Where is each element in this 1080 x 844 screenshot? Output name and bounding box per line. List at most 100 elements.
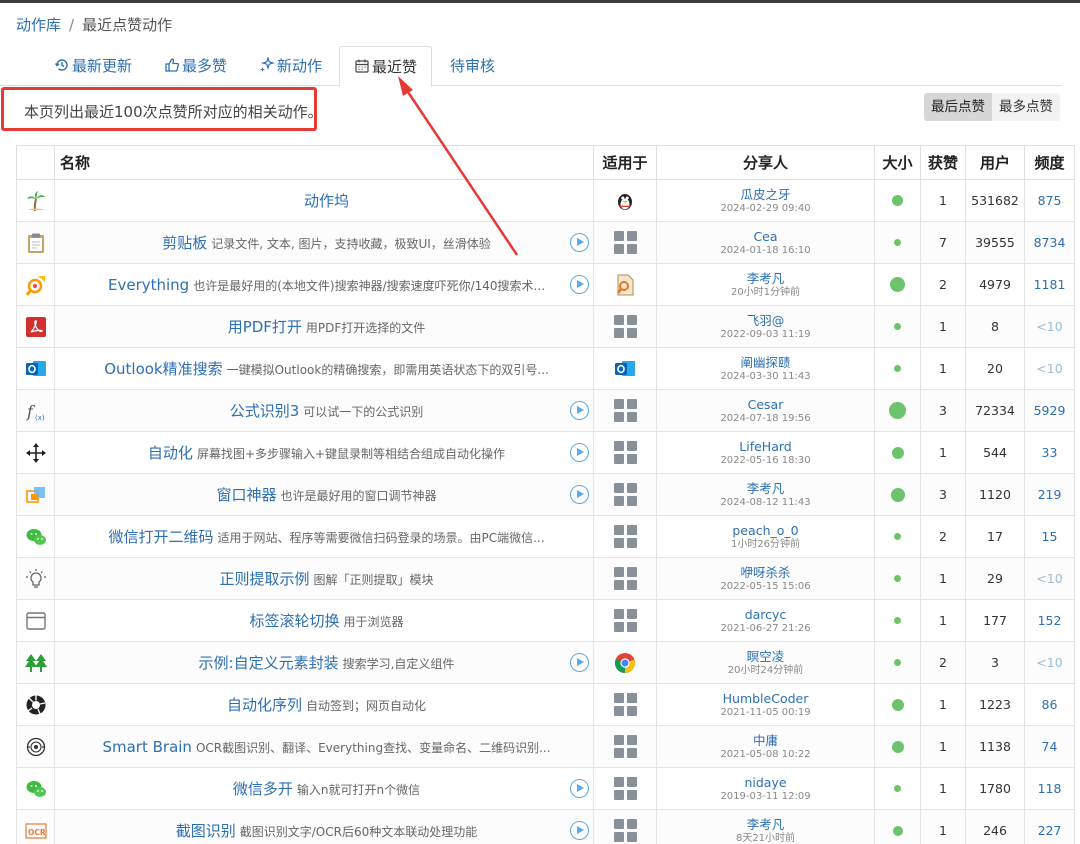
- action-name-link[interactable]: 正则提取示例: [219, 570, 309, 588]
- frequency-link[interactable]: 8734: [1034, 235, 1066, 250]
- sharer-link[interactable]: Cea: [657, 229, 874, 244]
- play-demo-icon[interactable]: [570, 653, 589, 672]
- action-name-link[interactable]: 微信多开: [233, 780, 293, 798]
- frequency-link[interactable]: 1181: [1034, 277, 1066, 292]
- table-row[interactable]: 窗口神器 也许是最好用的窗口调节神器 李考凡 2024-08-12 11:43 3 112…: [16, 473, 1075, 516]
- sharer-link[interactable]: HumbleCoder: [657, 691, 874, 706]
- breadcrumb-home-link[interactable]: 动作库: [16, 16, 61, 34]
- sharer-link[interactable]: 咿呀杀杀: [657, 565, 874, 580]
- frequency-link[interactable]: 86: [1042, 697, 1058, 712]
- frequency-cell: 15: [1024, 515, 1075, 558]
- sharer-link[interactable]: 中庸: [657, 733, 874, 748]
- sharer-link[interactable]: 瓜皮之牙: [657, 187, 874, 202]
- sort-most-like-button[interactable]: 最多点赞: [992, 93, 1060, 121]
- frequency-link[interactable]: <10: [1036, 319, 1062, 334]
- header-applies-to[interactable]: 适用于: [593, 145, 657, 180]
- table-row[interactable]: 标签滚轮切换 用于浏览器 darcyc 2021-06-27 21:26 1 177 152: [16, 599, 1075, 642]
- tab-pending-review[interactable]: 待审核: [450, 46, 495, 86]
- tab-recent-likes[interactable]: 最近赞: [339, 46, 433, 87]
- table-row[interactable]: 微信多开 输入n就可打开n个微信 nidaye 2019-03-11 12:09 1 17…: [16, 767, 1075, 810]
- table-row[interactable]: 用PDF打开 用PDF打开选择的文件 飞羽@ 2022-09-03 11:19 1 8 <1…: [16, 305, 1075, 348]
- action-name-link[interactable]: 用PDF打开: [228, 318, 302, 336]
- header-name[interactable]: 名称: [54, 145, 594, 180]
- action-name-link[interactable]: 动作坞: [304, 192, 349, 210]
- frequency-link[interactable]: 74: [1042, 739, 1058, 754]
- header-sharer[interactable]: 分享人: [656, 145, 875, 180]
- play-demo-icon[interactable]: [570, 401, 589, 420]
- action-description: 自动签到；网页自动化: [306, 699, 427, 713]
- table-row[interactable]: Everything 也许是最好用的(本地文件)搜索神器/搜索速度吓死你/140搜…: [16, 263, 1075, 306]
- frequency-link[interactable]: 219: [1038, 487, 1062, 502]
- action-name-link[interactable]: 标签滚轮切换: [249, 612, 339, 630]
- action-name-link[interactable]: 微信打开二维码: [108, 528, 213, 546]
- penguin-icon: [614, 190, 636, 212]
- sharer-link[interactable]: 瞑空凌: [657, 649, 874, 664]
- action-name-link[interactable]: Outlook精准搜索: [104, 360, 222, 378]
- action-name-cell: 自动化 屏幕找图+多步骤输入+键鼠录制等相结合组成自动化操作: [54, 431, 594, 474]
- table-row[interactable]: 动作坞 瓜皮之牙 2024-02-29 09:40 1 531682 875: [16, 179, 1075, 222]
- thumbs-up-icon: [165, 58, 179, 72]
- play-demo-icon[interactable]: [570, 275, 589, 294]
- applies-to-cell: [593, 179, 657, 222]
- table-row[interactable]: Smart Brain OCR截图识别、翻译、Everything查找、变量命名、…: [16, 725, 1075, 768]
- sharer-link[interactable]: 李考凡: [657, 817, 874, 832]
- play-demo-icon[interactable]: [570, 233, 589, 252]
- likes-count: 1: [939, 612, 947, 628]
- sharer-link[interactable]: 李考凡: [657, 271, 874, 286]
- action-name-link[interactable]: Smart Brain: [102, 738, 191, 756]
- applies-to-cell: [593, 515, 657, 558]
- table-row[interactable]: Outlook精准搜索 一键模拟Outlook的精确搜索，即需用英语状态下的双引号…: [16, 347, 1075, 390]
- tab-latest-update[interactable]: 最新更新: [54, 46, 132, 86]
- table-row[interactable]: 示例:自定义元素封装 搜索学习,自定义组件 瞑空凌 20小时24分钟前 2 3 <10: [16, 641, 1075, 684]
- sharer-link[interactable]: peach_o_0: [657, 523, 874, 538]
- action-name-cell: 动作坞: [54, 179, 594, 222]
- frequency-cell: 118: [1024, 767, 1075, 810]
- frequency-link[interactable]: <10: [1036, 655, 1062, 670]
- frequency-link[interactable]: 152: [1038, 613, 1062, 628]
- action-name-link[interactable]: 剪贴板: [162, 234, 207, 252]
- sharer-link[interactable]: darcyc: [657, 607, 874, 622]
- frequency-link[interactable]: <10: [1036, 361, 1062, 376]
- frequency-link[interactable]: 15: [1042, 529, 1058, 544]
- sharer-link[interactable]: nidaye: [657, 775, 874, 790]
- frequency-link[interactable]: <10: [1036, 571, 1062, 586]
- header-users[interactable]: 用户: [965, 145, 1025, 180]
- frequency-link[interactable]: 118: [1038, 781, 1062, 796]
- sort-last-like-button[interactable]: 最后点赞: [924, 93, 992, 121]
- table-row[interactable]: 剪贴板 记录文件, 文本, 图片，支持收藏，极致UI，丝滑体验 Cea 2024-01…: [16, 221, 1075, 264]
- sharer-link[interactable]: Cesar: [657, 397, 874, 412]
- tab-most-liked[interactable]: 最多赞: [164, 46, 227, 86]
- likes-count: 7: [939, 234, 947, 250]
- table-row[interactable]: f (x) 公式识别3 可以试一下的公式识别 Cesar 2024-07-18 19:56…: [16, 389, 1075, 432]
- table-row[interactable]: 正则提取示例 图解「正则提取」模块 咿呀杀杀 2022-05-15 15:06 1 29 <…: [16, 557, 1075, 600]
- table-row[interactable]: 自动化 屏幕找图+多步骤输入+键鼠录制等相结合组成自动化操作 LifeHard 202…: [16, 431, 1075, 474]
- action-name-link[interactable]: 自动化: [148, 444, 193, 462]
- sharer-link[interactable]: 李考凡: [657, 481, 874, 496]
- tab-new-actions[interactable]: 新动作: [259, 46, 322, 86]
- frequency-link[interactable]: 33: [1042, 445, 1058, 460]
- sharer-link[interactable]: 飞羽@: [657, 313, 874, 328]
- header-size[interactable]: 大小: [874, 145, 921, 180]
- play-demo-icon[interactable]: [570, 443, 589, 462]
- calendar-icon: [355, 59, 369, 73]
- sharer-link[interactable]: LifeHard: [657, 439, 874, 454]
- table-row[interactable]: 自动化序列 自动签到；网页自动化 HumbleCoder 2021-11-05 00:…: [16, 683, 1075, 726]
- action-name-link[interactable]: 自动化序列: [227, 696, 302, 714]
- action-name-link[interactable]: 窗口神器: [216, 486, 276, 504]
- action-name-link[interactable]: 截图识别: [176, 822, 236, 840]
- sharer-link[interactable]: 阐幽探赜: [657, 355, 874, 370]
- table-row[interactable]: OCR 截图识别 截图识别文字/OCR后60种文本联动处理功能 李考凡 8天21小时前 1…: [16, 809, 1075, 844]
- table-row[interactable]: 微信打开二维码 适用于网站、程序等需要微信扫码登录的场景。由PC端微信... pea…: [16, 515, 1075, 558]
- frequency-link[interactable]: 875: [1038, 193, 1062, 208]
- play-demo-icon[interactable]: [570, 779, 589, 798]
- header-frequency[interactable]: 频度: [1024, 145, 1075, 180]
- action-name-link[interactable]: 示例:自定义元素封装: [199, 654, 339, 672]
- frequency-link[interactable]: 227: [1038, 823, 1062, 838]
- action-name-link[interactable]: 公式识别3: [230, 402, 300, 420]
- frequency-cell: <10: [1024, 557, 1075, 600]
- action-name-link[interactable]: Everything: [108, 276, 189, 294]
- frequency-link[interactable]: 5929: [1034, 403, 1066, 418]
- header-likes[interactable]: 获赞: [920, 145, 966, 180]
- play-demo-icon[interactable]: [570, 821, 589, 840]
- play-demo-icon[interactable]: [570, 485, 589, 504]
